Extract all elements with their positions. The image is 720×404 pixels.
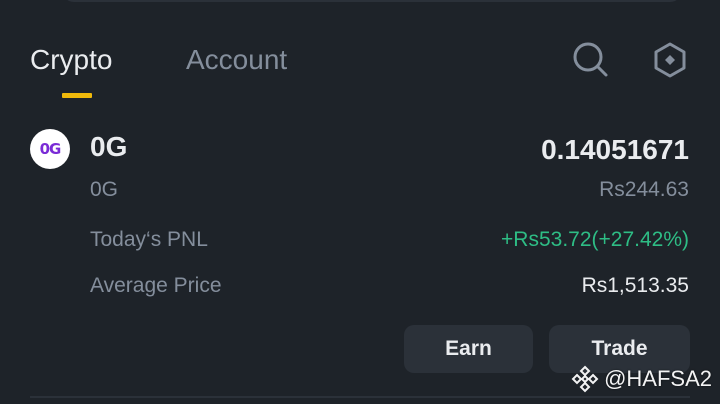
coin-name: 0G (90, 178, 119, 201)
tab-crypto[interactable]: Crypto (30, 43, 112, 77)
top-edge (0, 0, 720, 6)
search-bar-edge[interactable] (62, 0, 682, 2)
watermark-text: @HAFSA2 (604, 366, 712, 391)
pnl-value: +Rs53.72(+27.42%) (501, 228, 689, 251)
pnl-label: Today‘s PNL (90, 228, 208, 251)
divider (30, 396, 690, 398)
binance-logo-icon (571, 365, 599, 393)
search-icon[interactable] (571, 40, 609, 78)
coin-balance: 0.14051671 (541, 134, 689, 165)
hexagon-settings-icon[interactable] (650, 40, 690, 80)
coin-symbol[interactable]: 0G (90, 130, 127, 164)
average-price-label: Average Price (90, 274, 222, 297)
active-tab-indicator (62, 93, 92, 98)
fiat-value: Rs244.63 (599, 178, 689, 201)
average-price-value: Rs1,513.35 (581, 274, 689, 297)
coin-logo: 0G (30, 129, 70, 169)
tab-account[interactable]: Account (186, 43, 287, 77)
watermark: @HAFSA2 (570, 364, 712, 394)
earn-button[interactable]: Earn (404, 325, 533, 373)
